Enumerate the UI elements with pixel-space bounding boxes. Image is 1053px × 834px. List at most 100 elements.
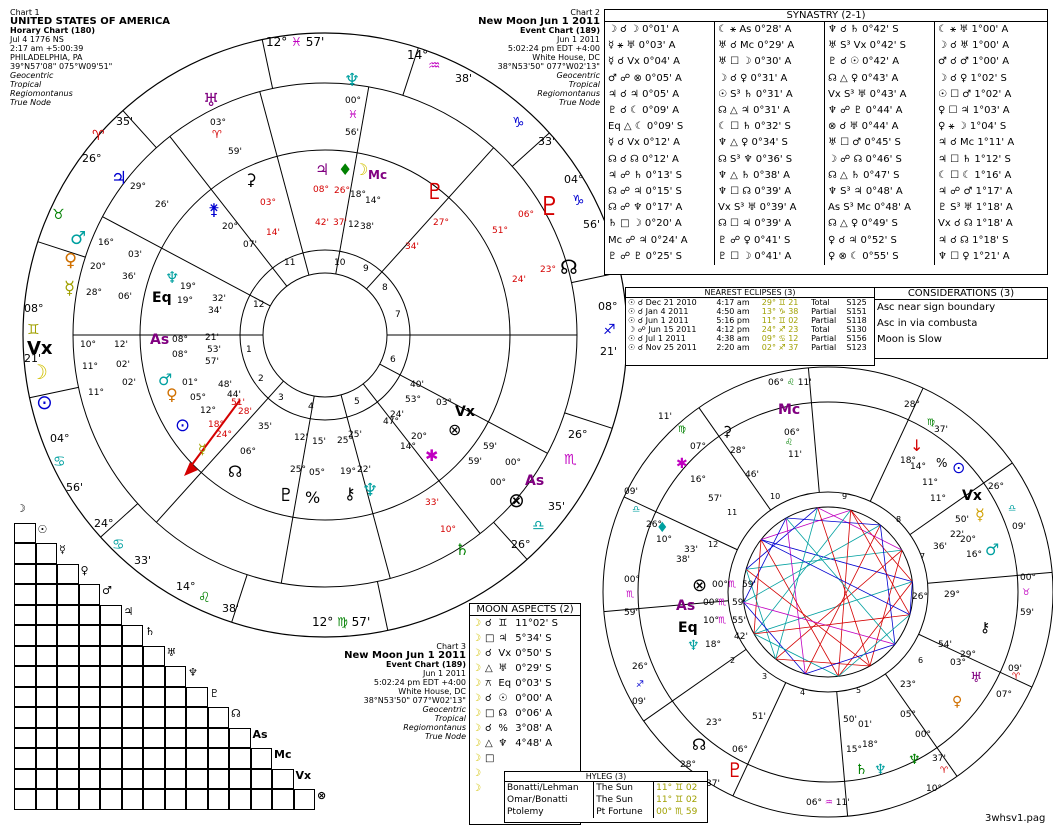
cusp-degree: 37' — [932, 754, 946, 764]
aspect-grid-cell — [14, 563, 36, 584]
house-9: 9 — [842, 492, 848, 501]
moon-aspect-cell: 0°06' A — [515, 708, 553, 719]
aspect-grid-cell — [143, 768, 165, 789]
cusp-degree: 07° — [690, 442, 706, 452]
uranus-icon: ♅ — [970, 670, 983, 686]
moon-aspect-row: ☽ ☌ ☉ 0°00' A — [470, 691, 560, 706]
vesta-icon: ♦ — [656, 520, 669, 536]
aspect-grid-cell — [143, 748, 165, 769]
aspect-grid-cell — [57, 604, 79, 625]
cusp-degree: 10° — [926, 784, 942, 794]
aspect-grid-cell — [14, 604, 36, 625]
chart3-coords: 38°N53'50" 077°W02'13" — [363, 696, 466, 705]
aspect-grid-cell — [78, 584, 100, 605]
aspect-grid-cell — [57, 584, 79, 605]
neptune-icon: ♆ — [687, 638, 700, 654]
aspect-grid-label: ♅ — [166, 645, 177, 659]
libra-icon: ♎ — [632, 505, 641, 515]
aspect-grid-cell — [14, 768, 36, 789]
moon-aspect-cell: ☽ — [472, 678, 481, 689]
cusp-minutes: 09' — [624, 487, 638, 497]
moon-aspect-cell: 0°50' S — [515, 648, 552, 659]
aries-icon: ♈ — [1012, 672, 1021, 682]
aspect-grid-cell — [186, 748, 208, 769]
aspect-grid-cell — [272, 789, 294, 810]
hyleg-cell: 00° ♏ 59 — [656, 807, 698, 817]
aspect-grid-cell — [207, 768, 229, 789]
moon-aspect-cell: △ — [484, 738, 493, 749]
moon-aspect-cell: △ — [484, 663, 493, 674]
leo-icon: ♌ — [785, 438, 794, 448]
aspect-grid-label: ☊ — [231, 707, 241, 720]
planet-minutes: 59' — [732, 598, 746, 608]
moon-aspect-cell: □ — [484, 633, 495, 644]
aspect-grid-cell — [57, 789, 79, 810]
planet-degree: 00° — [712, 580, 728, 590]
aspect-grid-cell — [35, 543, 57, 564]
aspect-line — [745, 568, 871, 667]
aspect-grid-cell — [207, 748, 229, 769]
aspect-grid-cell — [272, 768, 294, 789]
aspect-grid-cell — [100, 686, 122, 707]
moon-aspect-cell: ♅ — [498, 663, 508, 674]
hyleg-cell: Omar/Bonatti — [505, 794, 595, 806]
aspect-grid-cell — [78, 625, 100, 646]
planet-degree: 00° — [915, 730, 931, 740]
neptune-icon: ♆ — [908, 752, 921, 768]
planet-degree: 05° — [900, 710, 916, 720]
house-8: 8 — [896, 515, 902, 524]
moon-aspect-cell — [496, 751, 513, 766]
aspect-grid-label: ☉ — [37, 522, 48, 536]
aspect-grid-cell — [35, 768, 57, 789]
aspect-grid-cell — [164, 686, 186, 707]
cusp-label: 06° ♌ 11' — [768, 378, 812, 388]
aspect-grid-cell — [121, 789, 143, 810]
moon-aspect-cell: ☽ — [472, 648, 481, 659]
chart3-place: White House, DC — [398, 687, 466, 696]
planet-minutes: 51' — [752, 712, 766, 722]
aspect-grid-cell — [78, 727, 100, 748]
moon-aspect-cell: ☽ — [472, 768, 481, 779]
aspect-grid-cell — [164, 707, 186, 728]
planet-minutes: 46' — [745, 470, 759, 480]
aspect-line — [817, 507, 903, 551]
moon-aspect-cell: ♆ — [498, 738, 508, 749]
aspect-grid-cell — [35, 584, 57, 605]
aspect-grid-cell — [121, 768, 143, 789]
scorpio-icon: ♏ — [626, 590, 635, 600]
aspect-grid-cell — [164, 727, 186, 748]
moon-aspect-cell: ☽ — [472, 618, 481, 629]
aspect-grid-label: ☿ — [59, 543, 66, 556]
scorpio-icon: ♏ — [718, 616, 727, 626]
hyleg-panel: HYLEG (3) Bonatti/Lehman The Sun 11° ♊ 02 O… — [504, 771, 708, 823]
planet-minutes: 38' — [676, 555, 690, 565]
moon-aspect-cell: ☽ — [472, 723, 481, 734]
aspect-grid-label: ♂ — [102, 584, 112, 597]
moon-aspect-cell — [483, 766, 496, 781]
aspect-line — [850, 509, 913, 582]
aspect-grid-cell — [57, 563, 79, 584]
cusp-minutes: 37' — [706, 779, 720, 789]
moon-aspect-row: ☽ ⚻ Eq 0°03' S — [470, 676, 560, 691]
ascendant-icon: As — [676, 598, 696, 614]
aspect-grid-cell — [14, 645, 36, 666]
moon-aspect-cell: 0°03' S — [515, 678, 552, 689]
hyleg-table: Bonatti/Lehman The Sun 11° ♊ 02 Omar/Bonatt… — [505, 782, 707, 818]
aspect-grid-cell — [164, 768, 186, 789]
aspect-grid-cell — [78, 604, 100, 625]
chart3-line: True Node — [425, 732, 466, 741]
moon-aspect-cell: 5°34' S — [515, 633, 552, 644]
moon-aspect-cell: % — [498, 723, 508, 734]
planet-degree: 20° — [960, 535, 976, 545]
aspect-grid-cell — [57, 645, 79, 666]
moon-aspect-cell: ☊ — [498, 708, 508, 719]
aspect-grid-cell — [229, 748, 251, 769]
aspect-grid-cell — [57, 686, 79, 707]
cusp-degree: 28° — [680, 760, 696, 770]
aspect-grid-cell — [121, 645, 143, 666]
aspect-grid-cell — [14, 543, 36, 564]
moon-aspect-cell: Eq — [498, 678, 512, 689]
planet-degree: 16° — [966, 550, 982, 560]
aspect-grid-cell — [186, 727, 208, 748]
planet-degree: 11° — [930, 494, 946, 504]
